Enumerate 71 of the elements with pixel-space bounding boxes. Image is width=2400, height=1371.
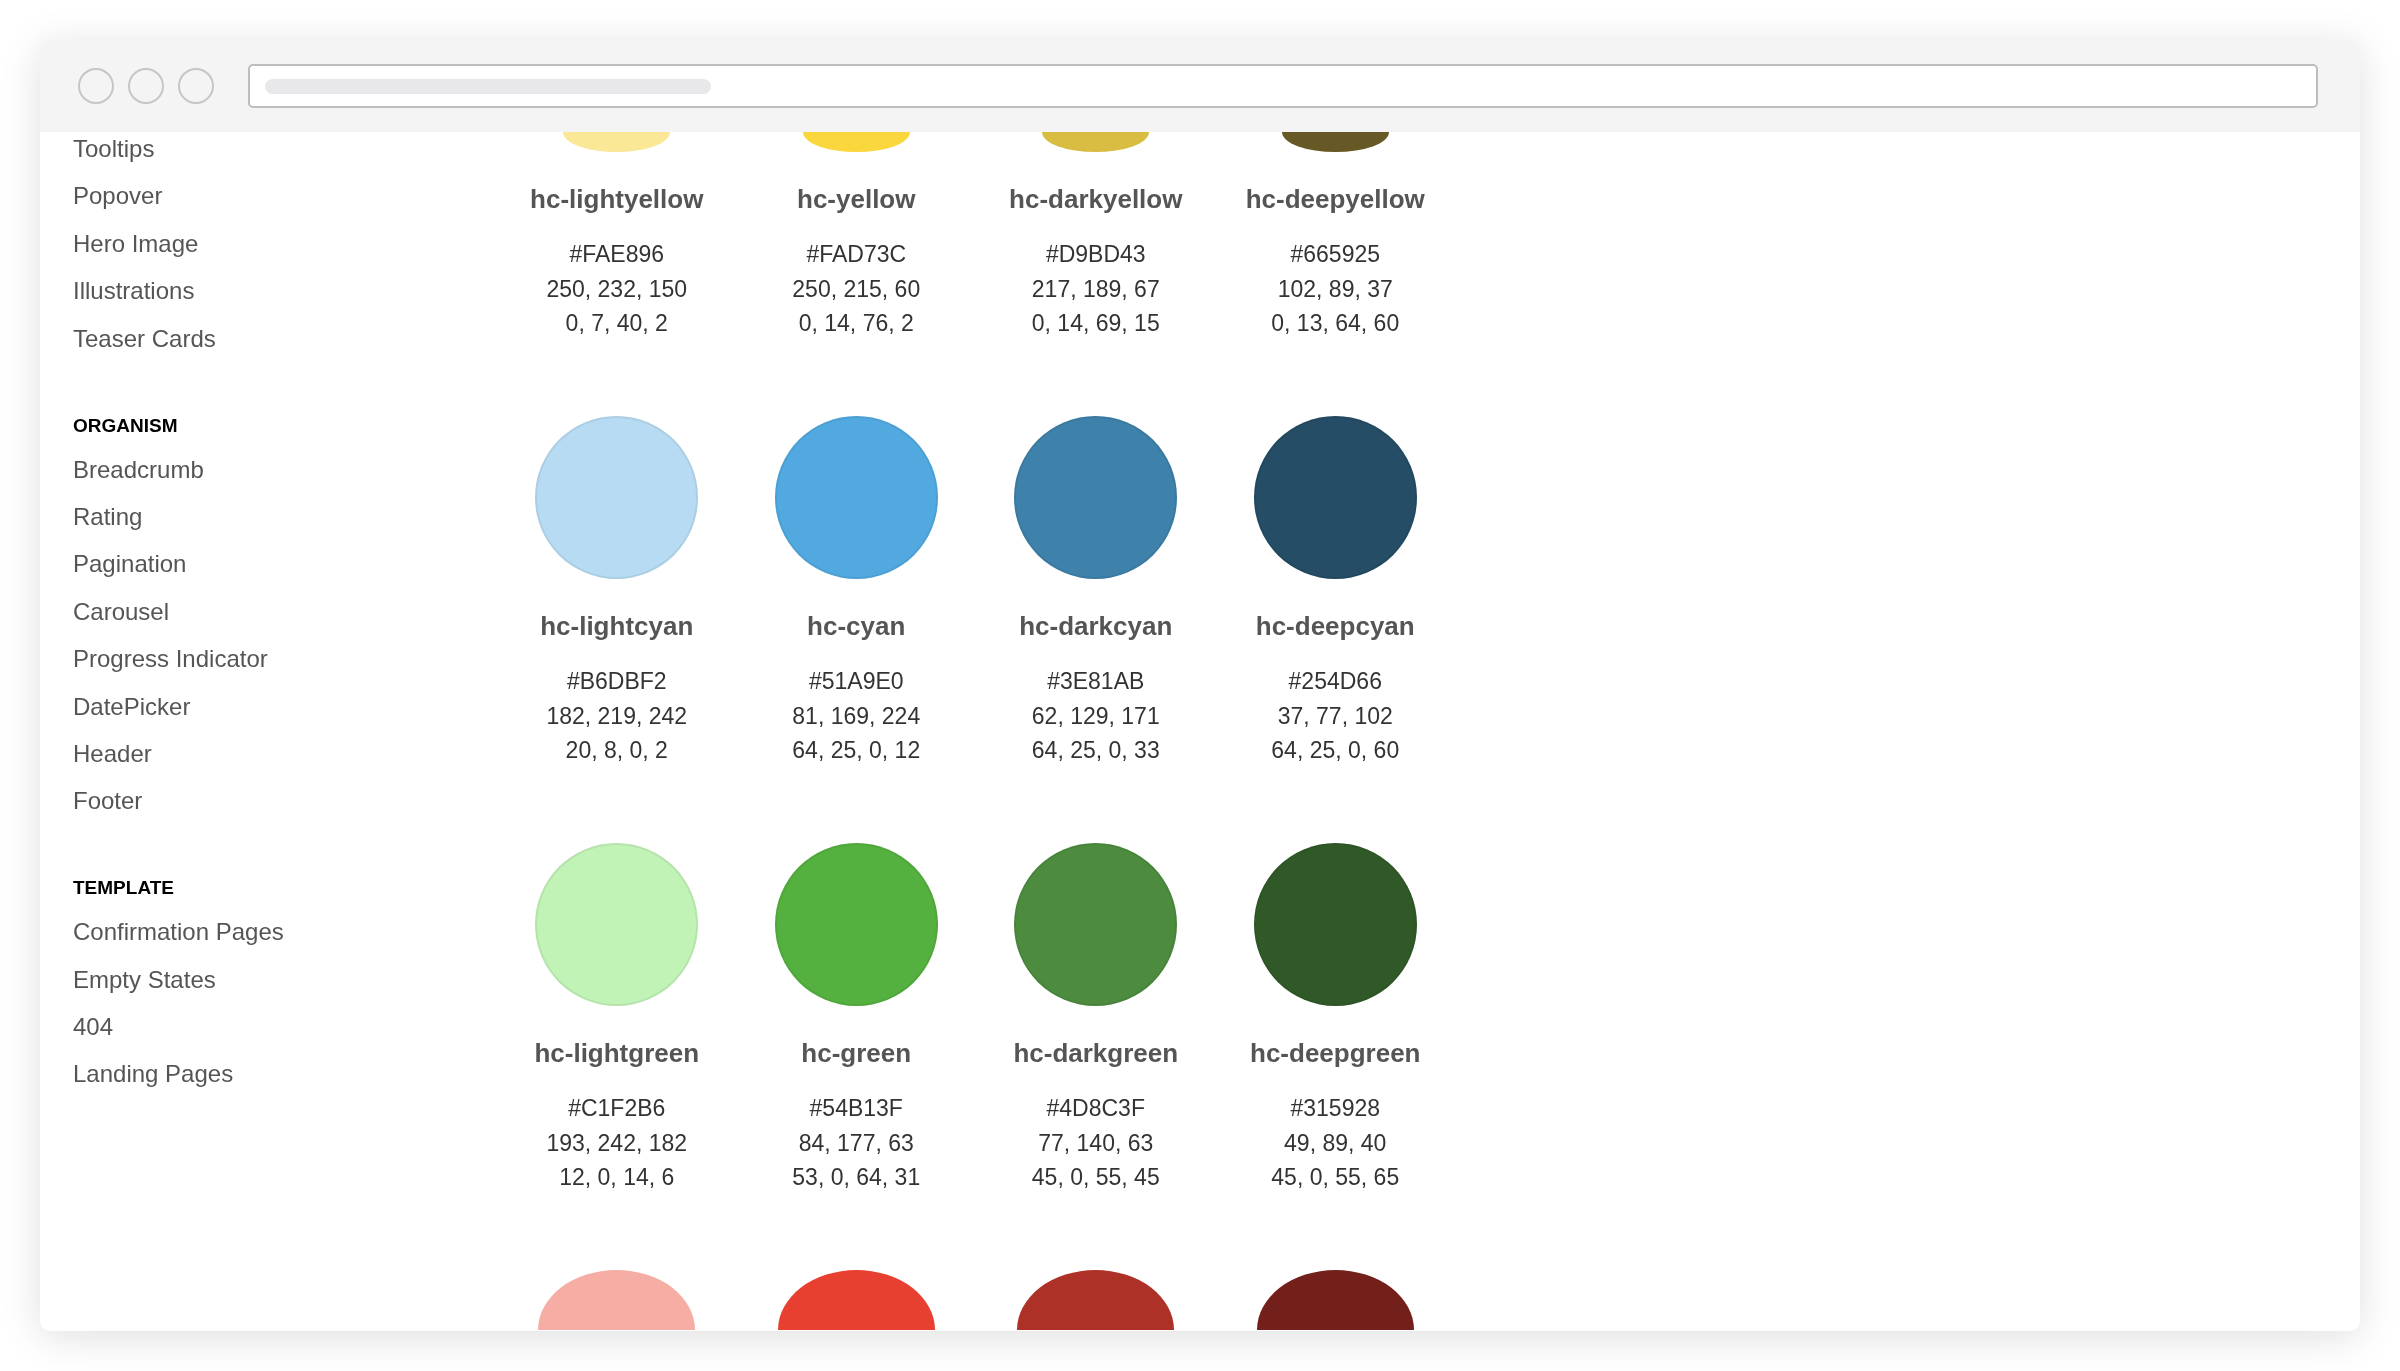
hex-value: #D9BD43 <box>1045 240 1146 269</box>
sidebar-link[interactable]: Popover <box>73 182 163 211</box>
cmyk-value: 64, 25, 0, 60 <box>1271 736 1400 765</box>
cmyk-value: 0, 7, 40, 2 <box>565 309 668 338</box>
swatch-name: hc-lightyellow <box>530 183 704 216</box>
sidebar-link[interactable]: Rating <box>73 502 143 531</box>
sidebar-link[interactable]: Breadcrumb <box>73 455 204 484</box>
sidebar-link[interactable]: Carousel <box>73 597 170 626</box>
window-control-button[interactable] <box>178 68 214 104</box>
hex-value: #51A9E0 <box>808 667 904 696</box>
hex-value: #C1F2B6 <box>568 1094 666 1123</box>
sidebar-link[interactable]: Pagination <box>73 550 187 579</box>
swatch-name: hc-lightcyan <box>540 610 694 643</box>
swatch-name: hc-darkyellow <box>1009 183 1183 216</box>
hex-value: #315928 <box>1290 1094 1380 1123</box>
swatch-name: hc-darkcyan <box>1019 610 1173 643</box>
hex-value: #3E81AB <box>1047 667 1145 696</box>
cmyk-value: 20, 8, 0, 2 <box>565 736 668 765</box>
rgb-value: 102, 89, 37 <box>1277 274 1393 304</box>
sidebar-link[interactable]: Header <box>73 739 152 768</box>
swatch-name: hc-green <box>801 1037 912 1070</box>
cmyk-value: 0, 13, 64, 60 <box>1271 309 1400 338</box>
cmyk-value: 0, 14, 76, 2 <box>798 309 914 338</box>
sidebar-link[interactable]: Confirmation Pages <box>73 918 284 947</box>
sidebar-link[interactable]: 404 <box>73 1013 114 1042</box>
cmyk-value: 45, 0, 55, 45 <box>1031 1163 1160 1192</box>
rgb-value: 217, 189, 67 <box>1031 274 1160 304</box>
address-field[interactable] <box>248 64 2318 108</box>
sidebar-link[interactable]: Illustrations <box>73 277 195 306</box>
sidebar-link[interactable]: Footer <box>73 787 143 816</box>
rgb-value: 49, 89, 40 <box>1284 1128 1387 1158</box>
sidebar-link[interactable]: Progress Indicator <box>73 645 268 674</box>
hex-value: #665925 <box>1290 240 1380 269</box>
sidebar-link[interactable]: Teaser Cards <box>73 324 216 353</box>
swatch-name: hc-lightgreen <box>534 1037 700 1070</box>
sidebar-link[interactable]: DatePicker <box>73 692 191 721</box>
rgb-value: 250, 232, 150 <box>546 274 688 304</box>
swatch-name: hc-deepgreen <box>1250 1037 1421 1070</box>
cmyk-value: 64, 25, 0, 12 <box>792 736 921 765</box>
rgb-value: 77, 140, 63 <box>1038 1128 1154 1158</box>
cmyk-value: 64, 25, 0, 33 <box>1031 736 1160 765</box>
hex-value: #54B13F <box>809 1094 903 1123</box>
hex-value: #B6DBF2 <box>566 667 667 696</box>
rgb-value: 182, 219, 242 <box>546 701 688 731</box>
swatch-name: hc-deepyellow <box>1245 183 1425 216</box>
swatch-name: hc-deepcyan <box>1255 610 1415 643</box>
sidebar-link[interactable]: Landing Pages <box>73 1060 234 1089</box>
sidebar-link[interactable]: Tooltips <box>73 135 155 163</box>
sidebar-link[interactable]: Empty States <box>73 965 216 994</box>
rgb-value: 250, 215, 60 <box>792 274 921 304</box>
rgb-value: 81, 169, 224 <box>792 701 921 731</box>
cmyk-value: 12, 0, 14, 6 <box>559 1163 675 1192</box>
rgb-value: 37, 77, 102 <box>1277 701 1393 731</box>
cmyk-value: 53, 0, 64, 31 <box>792 1163 921 1192</box>
hex-value: #4D8C3F <box>1046 1094 1145 1123</box>
swatch-name: hc-cyan <box>807 610 906 643</box>
swatch-name: hc-darkgreen <box>1013 1037 1179 1070</box>
cmyk-value: 0, 14, 69, 15 <box>1031 309 1160 338</box>
hex-value: #254D66 <box>1288 667 1382 696</box>
rgb-value: 193, 242, 182 <box>546 1128 688 1158</box>
hex-value: #FAE896 <box>569 240 665 269</box>
rgb-value: 84, 177, 63 <box>798 1128 914 1158</box>
section-heading: ORGANISM <box>73 413 178 438</box>
swatch-name: hc-yellow <box>797 183 916 216</box>
rgb-value: 62, 129, 171 <box>1031 701 1160 731</box>
window-control-button[interactable] <box>128 68 164 104</box>
hex-value: #FAD73C <box>806 240 907 269</box>
cmyk-value: 45, 0, 55, 65 <box>1271 1163 1400 1192</box>
window-control-button[interactable] <box>78 68 114 104</box>
section-heading: TEMPLATE <box>73 876 174 901</box>
sidebar-link[interactable]: Hero Image <box>73 229 199 258</box>
